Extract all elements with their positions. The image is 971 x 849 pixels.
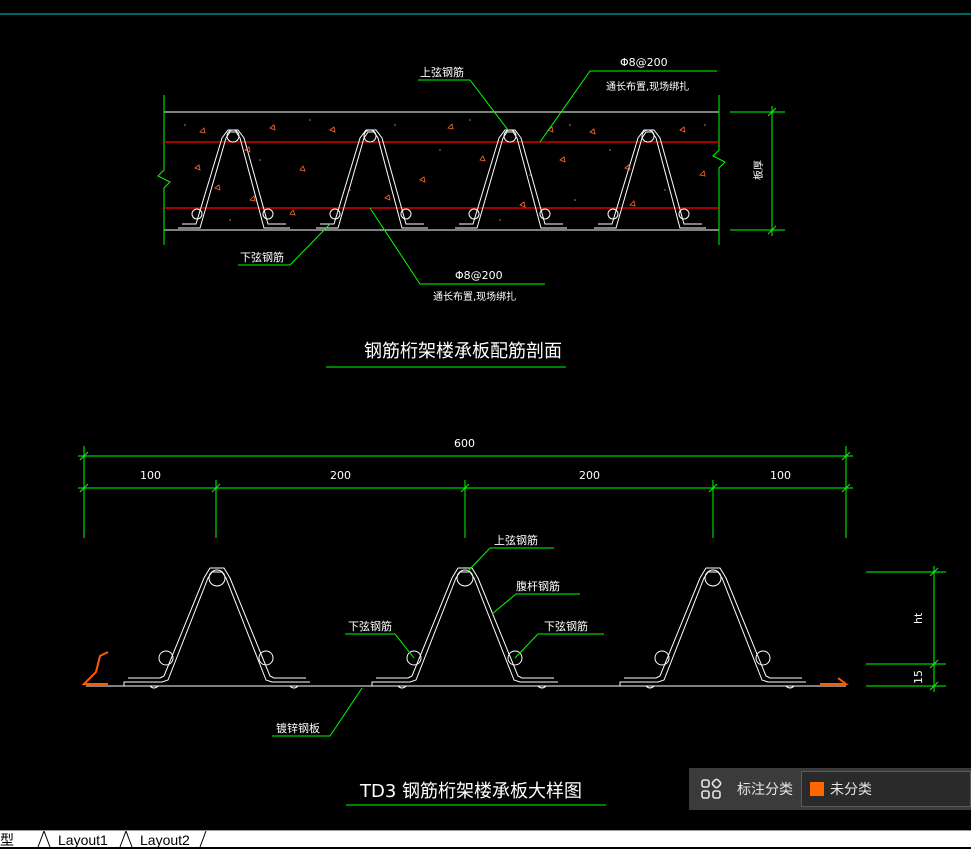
label-bottom-chord-upper: 下弦钢筋 <box>240 250 284 264</box>
annotation-category-panel: 标注分类 未分类 <box>689 768 971 810</box>
label-rebar-top-note: 通长布置,现场绑扎 <box>606 80 689 93</box>
annotation-category-select[interactable]: 未分类 <box>801 771 971 807</box>
deck-right-hook <box>820 677 849 685</box>
lower-section: 600 100 200 200 100 ht 15 上弦钢筋 腹杆钢筋 下弦钢筋… <box>78 437 946 806</box>
leader-web <box>491 593 580 615</box>
layout-tab-bar: 模型 Layout1 Layout2 <box>0 830 971 848</box>
annotation-category-label: 标注分类 <box>737 781 793 797</box>
truss-4 <box>594 129 706 229</box>
lower-truss-1 <box>123 567 310 689</box>
truss-3 <box>455 129 567 229</box>
deck-left-hook <box>81 651 109 685</box>
tab-layout1[interactable]: Layout1 <box>54 831 112 848</box>
truss-1 <box>178 129 290 229</box>
tab-divider <box>37 831 51 847</box>
upper-section: 板厚 上弦钢筋 Φ8@200 通长布置,现场绑扎 下弦钢筋 Φ8@200 通长布… <box>157 56 785 368</box>
category-color-swatch <box>810 782 824 796</box>
right-break-line <box>712 95 726 245</box>
tab-divider-3 <box>199 831 207 847</box>
dim-seg4: 100 <box>770 469 791 482</box>
label-rebar-bottom-spec: Φ8@200 <box>455 269 503 282</box>
label-base: 15 <box>912 670 925 684</box>
label-deck: 镀锌钢板 <box>276 721 320 735</box>
label-web: 腹杆钢筋 <box>516 579 560 593</box>
dim-seg3: 200 <box>579 469 600 482</box>
dim-seg1: 100 <box>140 469 161 482</box>
label-top-chord-upper: 上弦钢筋 <box>420 65 464 79</box>
tab-divider-2 <box>119 831 133 847</box>
label-bottom-left: 下弦钢筋 <box>348 619 392 633</box>
category-selected-value: 未分类 <box>830 781 872 797</box>
dim-seg2: 200 <box>330 469 351 482</box>
leader-bottom-left <box>345 633 415 659</box>
grid-icon <box>701 778 722 799</box>
thickness-label: 板厚 <box>752 160 765 180</box>
label-lower-top-chord: 上弦钢筋 <box>494 533 538 547</box>
grid-toggle-button[interactable] <box>689 768 733 810</box>
tab-model[interactable]: 模型 <box>0 831 18 848</box>
lower-section-title: TD3 钢筋桁架楼承板大样图 <box>359 781 582 802</box>
label-rebar-bottom-note: 通长布置,现场绑扎 <box>433 290 516 303</box>
truss-2 <box>316 129 428 229</box>
concrete-hatch <box>194 123 706 216</box>
label-rebar-top-spec: Φ8@200 <box>620 56 668 69</box>
dim-total: 600 <box>454 437 475 450</box>
leader-lower-top-chord <box>466 547 554 573</box>
lower-truss-3 <box>619 567 806 689</box>
left-break-line <box>157 95 171 245</box>
upper-section-title: 钢筋桁架楼承板配筋剖面 <box>364 341 562 362</box>
label-height: ht <box>912 612 925 624</box>
cad-drawing-canvas[interactable]: 板厚 上弦钢筋 Φ8@200 通长布置,现场绑扎 下弦钢筋 Φ8@200 通长布… <box>0 0 971 830</box>
leader-bottom-right <box>514 633 604 659</box>
label-bottom-right: 下弦钢筋 <box>544 619 588 633</box>
leader-top-chord <box>418 79 509 131</box>
tab-layout2[interactable]: Layout2 <box>136 831 194 848</box>
